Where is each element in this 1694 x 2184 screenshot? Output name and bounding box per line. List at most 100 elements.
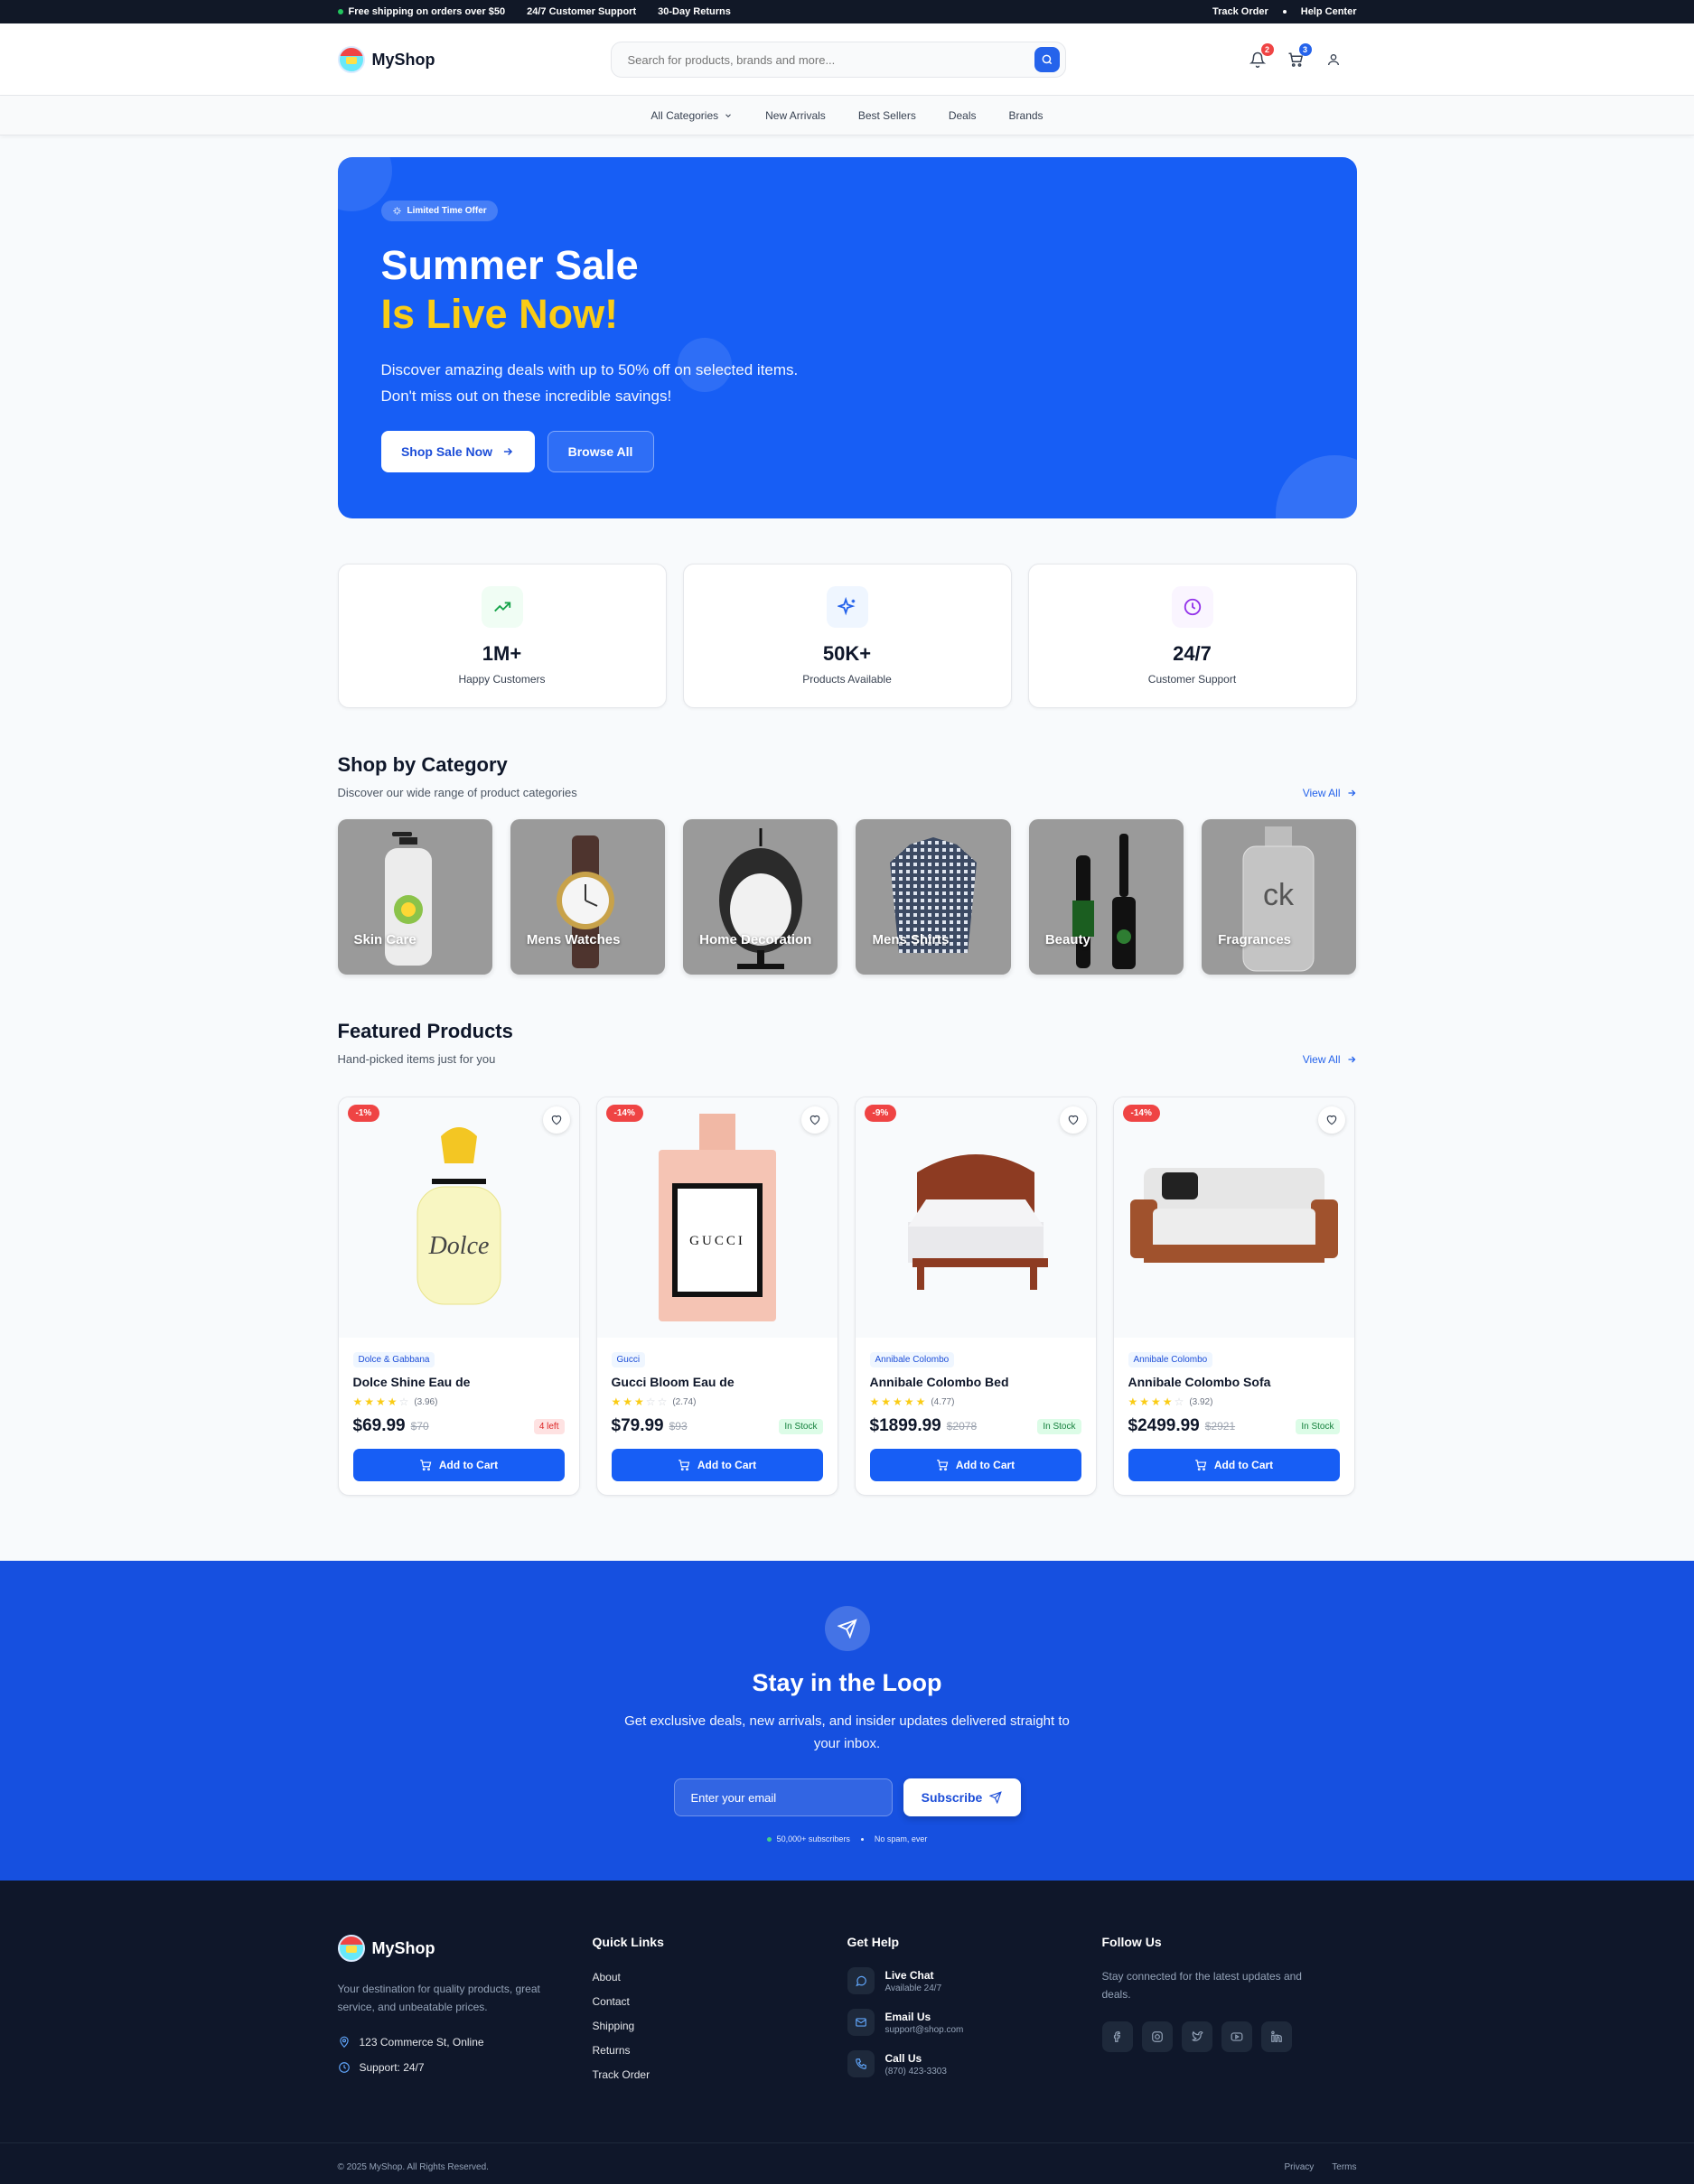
product-card[interactable]: -9% Annibale Colombo Annibale Colombo Be… [854,1097,1097,1496]
product-name[interactable]: Annibale Colombo Sofa [1128,1375,1340,1389]
product-price: $2499.99 [1128,1416,1200,1435]
shop-sale-button[interactable]: Shop Sale Now [380,431,535,472]
stat-label: Customer Support [1147,673,1237,686]
original-price: $2921 [1204,1420,1236,1433]
facebook-link[interactable] [1101,2021,1133,2052]
category-card-mens-watches[interactable]: Mens Watches [510,819,666,975]
product-image-area[interactable]: -14% GUCCI [596,1097,838,1338]
email-input[interactable]: Enter your email [673,1778,893,1816]
footer-link-contact[interactable]: Contact [593,1995,847,2008]
help-center-link[interactable]: Help Center [1301,6,1357,17]
linkedin-link[interactable] [1260,2021,1292,2052]
add-to-cart-button[interactable]: Add to Cart [352,1449,565,1481]
category-card-mens-shirts[interactable]: Mens Shirts [856,819,1011,975]
footer-link-returns[interactable]: Returns [593,2044,847,2057]
category-card-skin-care[interactable]: Skin Care [337,819,492,975]
wishlist-button[interactable] [800,1106,828,1134]
wishlist-button[interactable] [1059,1106,1087,1134]
heart-icon [1068,1115,1078,1125]
logo[interactable]: MyShop [337,46,435,73]
category-card-beauty[interactable]: Beauty [1028,819,1184,975]
arrow-right-icon [503,447,513,456]
add-to-cart-button[interactable]: Add to Cart [1128,1449,1340,1481]
clock-icon [338,2062,350,2073]
footer-link-shipping[interactable]: Shipping [593,2020,847,2032]
mascara-image [1072,834,1136,969]
perfume-bottle-image: GUCCI [658,1114,776,1321]
browse-all-button[interactable]: Browse All [547,431,654,472]
lotion-bottle-image [384,832,432,966]
add-to-cart-button[interactable]: Add to Cart [869,1449,1081,1481]
product-rating: ★ ★ ★ ★ ★ (4.77) [870,1396,1081,1407]
footer-logo[interactable]: MyShop [337,1935,593,1962]
nav-brands[interactable]: Brands [1009,109,1044,122]
nav-all-categories[interactable]: All Categories [650,109,733,122]
star-icon: ☆ [1174,1395,1184,1408]
help-email[interactable]: Email Us support@shop.com [847,2009,1102,2036]
search-input[interactable] [627,52,1034,67]
hero-banner: Limited Time Offer Summer Sale Is Live N… [337,157,1357,518]
product-card[interactable]: -1% Dolce Dolce & Gabbana Dolce Shine Ea… [337,1097,580,1496]
privacy-link[interactable]: Privacy [1284,2162,1314,2172]
stock-badge: In Stock [1296,1418,1340,1434]
follow-us-title: Follow Us [1101,1935,1162,1949]
perfume-bottle-image: ck [1242,826,1315,972]
product-price: $79.99 [611,1416,664,1435]
star-icon: ☆ [398,1395,409,1408]
separator-dot [860,1837,864,1841]
view-all-products-link[interactable]: View All [1303,1053,1357,1066]
bed-image [907,1154,1048,1290]
footer-link-track-order[interactable]: Track Order [593,2068,847,2081]
mail-icon [855,2018,866,2027]
account-button[interactable] [1324,51,1343,69]
product-rating: ★ ★ ★ ★ ☆ (3.96) [353,1396,565,1407]
rating-value: (2.74) [672,1396,697,1407]
track-order-link[interactable]: Track Order [1212,6,1268,17]
product-name[interactable]: Gucci Bloom Eau de [612,1375,823,1389]
nav-best-sellers[interactable]: Best Sellers [858,109,916,122]
product-name[interactable]: Dolce Shine Eau de [353,1375,565,1389]
product-card[interactable]: -14% GUCCI Gucci Gucci Bloom Eau de ★ ★ ★ ☆… [595,1097,838,1496]
support-notice: 24/7 Customer Support [527,6,637,17]
help-live-chat[interactable]: Live Chat Available 24/7 [847,1967,1102,1994]
star-icon: ★ [893,1395,903,1408]
product-card[interactable]: -14% Annibale Colombo Annibale Colombo S… [1112,1097,1355,1496]
hero-title-highlight: Is Live Now! [380,291,619,337]
subscribe-button[interactable]: Subscribe [903,1778,1021,1816]
product-rating: ★ ★ ★ ☆ ☆ (2.74) [612,1396,823,1407]
star-icon: ★ [869,1395,880,1408]
product-image-area[interactable]: -9% [855,1097,1096,1338]
youtube-link[interactable] [1221,2021,1252,2052]
category-card-fragrances[interactable]: ck Fragrances [1202,819,1357,975]
search-bar [610,42,1066,78]
star-icon: ★ [881,1395,892,1408]
footer-link-about[interactable]: About [593,1971,847,1983]
notifications-button[interactable]: 2 [1249,43,1274,69]
nav-new-arrivals[interactable]: New Arrivals [765,109,826,122]
status-dot [766,1837,772,1842]
product-image-area[interactable]: -14% [1113,1097,1354,1338]
stock-badge: 4 left [533,1418,565,1434]
nav-deals[interactable]: Deals [949,109,977,122]
wishlist-button[interactable] [1317,1106,1345,1134]
twitter-link[interactable] [1181,2021,1212,2052]
product-image-area[interactable]: -1% Dolce [338,1097,579,1338]
instagram-link[interactable] [1141,2021,1173,2052]
discount-badge: -14% [1122,1105,1160,1122]
terms-link[interactable]: Terms [1332,2162,1356,2172]
search-button[interactable] [1034,47,1060,72]
youtube-icon [1231,2032,1242,2041]
stat-icon-box [1171,586,1213,628]
help-call[interactable]: Call Us (870) 423-3303 [847,2050,1102,2077]
rating-value: (3.92) [1189,1396,1213,1407]
cart-button[interactable]: 3 [1287,43,1312,69]
stat-value: 24/7 [1173,642,1212,665]
stat-icon-box [826,586,868,628]
view-all-categories-link[interactable]: View All [1303,787,1357,799]
product-name[interactable]: Annibale Colombo Bed [870,1375,1081,1389]
wishlist-button[interactable] [542,1106,570,1134]
category-card-home-decoration[interactable]: Home Decoration [683,819,838,975]
svg-text:Dolce: Dolce [427,1232,489,1260]
add-to-cart-button[interactable]: Add to Cart [611,1449,823,1481]
send-icon [989,1791,1003,1804]
